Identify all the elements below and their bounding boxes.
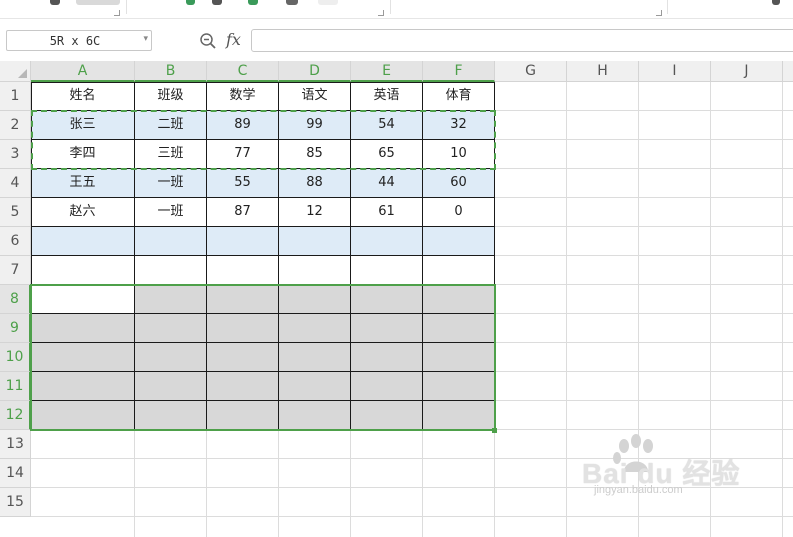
formula-input[interactable] — [251, 29, 793, 52]
ribbon-button[interactable] — [248, 0, 258, 5]
table-cell[interactable]: 60 — [423, 169, 495, 198]
gridline-vertical — [782, 82, 783, 537]
ribbon-button[interactable] — [286, 0, 298, 5]
row-header-14[interactable]: 14 — [0, 459, 31, 488]
group-launcher-icon[interactable] — [656, 10, 662, 16]
table-header-cell[interactable]: 数学 — [207, 82, 279, 111]
table-cell[interactable]: 87 — [207, 198, 279, 227]
column-header-f[interactable]: F — [423, 61, 495, 82]
column-header-d[interactable]: D — [279, 61, 351, 82]
table-border-top — [31, 82, 495, 83]
ribbon-button[interactable] — [212, 0, 222, 5]
zoom-out-icon[interactable] — [199, 32, 217, 50]
table-header-cell[interactable]: 体育 — [423, 82, 495, 111]
table-cell[interactable] — [135, 227, 207, 256]
row-header-8[interactable]: 8 — [0, 285, 31, 314]
selection-range[interactable] — [30, 284, 496, 431]
ribbon-divider — [667, 0, 668, 14]
table-cell[interactable]: 61 — [351, 198, 423, 227]
table-cell[interactable]: 一班 — [135, 169, 207, 198]
column-header-g[interactable]: G — [495, 61, 567, 82]
table-header-cell[interactable]: 姓名 — [31, 82, 135, 111]
row-header-10[interactable]: 10 — [0, 343, 31, 372]
name-box[interactable]: 5R x 6C ▾ — [6, 30, 152, 51]
row-header-7[interactable]: 7 — [0, 256, 31, 285]
table-cell[interactable]: 55 — [207, 169, 279, 198]
ribbon-button[interactable] — [318, 0, 338, 5]
gridline-horizontal — [31, 516, 793, 517]
ribbon-button[interactable] — [186, 0, 195, 5]
fill-handle[interactable] — [492, 428, 497, 433]
watermark: Bai du 经验 jingyan.baidu.com — [582, 434, 762, 507]
ribbon-button[interactable] — [50, 0, 60, 5]
row-header-13[interactable]: 13 — [0, 430, 31, 459]
column-header-filler — [783, 61, 793, 82]
column-header-e[interactable]: E — [351, 61, 423, 82]
row-header-1[interactable]: 1 — [0, 82, 31, 111]
table-cell[interactable] — [31, 227, 135, 256]
gridline-vertical — [566, 82, 567, 537]
column-header-b[interactable]: B — [135, 61, 207, 82]
row-header-3[interactable]: 3 — [0, 140, 31, 169]
select-all-icon — [18, 69, 27, 78]
table-cell[interactable]: 12 — [279, 198, 351, 227]
row-header-4[interactable]: 4 — [0, 169, 31, 198]
group-launcher-icon[interactable] — [378, 10, 384, 16]
table-cell[interactable] — [279, 256, 351, 285]
table-cell[interactable]: 一班 — [135, 198, 207, 227]
table-header-cell[interactable]: 英语 — [351, 82, 423, 111]
ribbon-divider — [390, 0, 391, 14]
ribbon-button[interactable] — [76, 0, 120, 5]
table-cell[interactable] — [207, 227, 279, 256]
table-cell[interactable] — [423, 227, 495, 256]
ribbon-strip — [0, 0, 793, 19]
row-header-5[interactable]: 5 — [0, 198, 31, 227]
select-all-corner[interactable] — [0, 61, 31, 82]
watermark-url: jingyan.baidu.com — [594, 484, 683, 496]
ribbon-button[interactable] — [772, 0, 780, 5]
ribbon-divider — [126, 0, 127, 14]
row-header-12[interactable]: 12 — [0, 401, 31, 430]
group-launcher-icon[interactable] — [114, 10, 120, 16]
table-header-cell[interactable]: 语文 — [279, 82, 351, 111]
formula-bar: 5R x 6C ▾ fx — [0, 19, 793, 61]
function-icon[interactable]: fx — [226, 30, 241, 49]
table-cell[interactable]: 44 — [351, 169, 423, 198]
table-cell[interactable] — [31, 256, 135, 285]
column-header-h[interactable]: H — [567, 61, 639, 82]
name-box-value: 5R x 6C — [49, 34, 101, 48]
column-header-c[interactable]: C — [207, 61, 279, 82]
table-cell[interactable] — [135, 256, 207, 285]
table-cell[interactable]: 0 — [423, 198, 495, 227]
table-cell[interactable]: 王五 — [31, 169, 135, 198]
row-header-11[interactable]: 11 — [0, 372, 31, 401]
column-header-i[interactable]: I — [639, 61, 711, 82]
table-cell[interactable] — [351, 227, 423, 256]
table-cell[interactable] — [279, 227, 351, 256]
row-header-6[interactable]: 6 — [0, 227, 31, 256]
row-header-2[interactable]: 2 — [0, 111, 31, 140]
chevron-down-icon[interactable]: ▾ — [143, 34, 148, 44]
table-cell[interactable]: 88 — [279, 169, 351, 198]
table-cell[interactable] — [351, 256, 423, 285]
table-header-cell[interactable]: 班级 — [135, 82, 207, 111]
copy-marquee — [31, 110, 496, 170]
column-header-j[interactable]: J — [711, 61, 783, 82]
table-cell[interactable] — [207, 256, 279, 285]
row-header-9[interactable]: 9 — [0, 314, 31, 343]
column-header-a[interactable]: A — [31, 61, 135, 82]
table-cell[interactable]: 赵六 — [31, 198, 135, 227]
row-header-15[interactable]: 15 — [0, 488, 31, 517]
table-cell[interactable] — [423, 256, 495, 285]
